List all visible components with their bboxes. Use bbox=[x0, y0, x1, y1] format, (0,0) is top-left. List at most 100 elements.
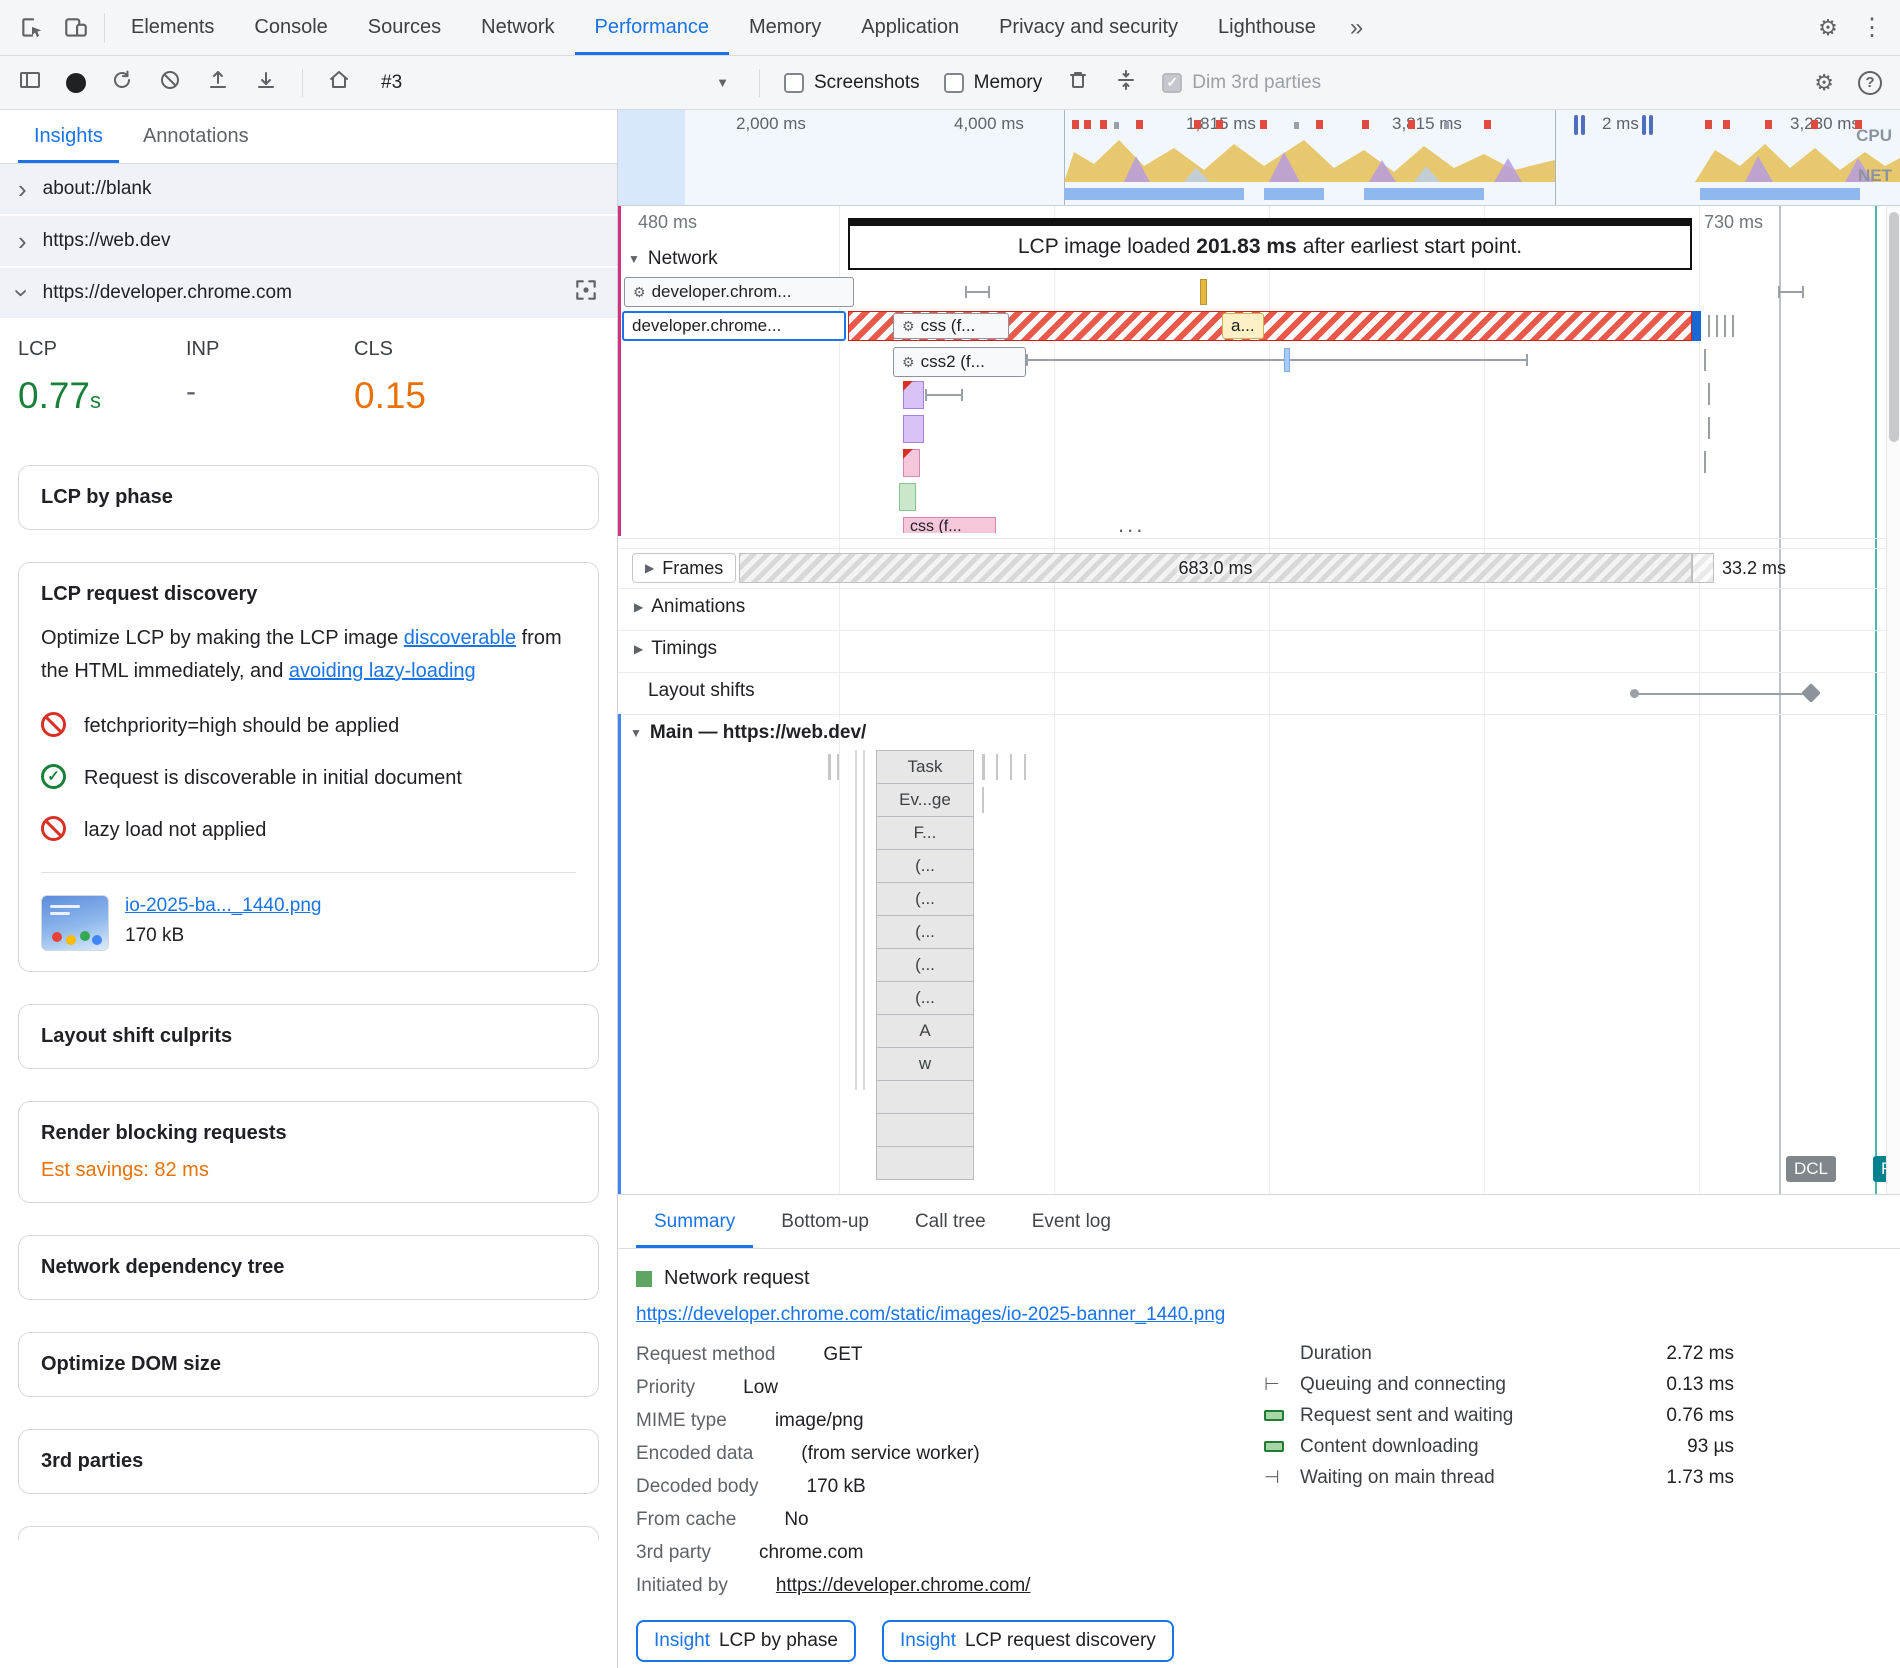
request-download-segment[interactable] bbox=[1692, 311, 1701, 341]
tab-sources[interactable]: Sources bbox=[348, 0, 461, 55]
main-task-box[interactable]: (... bbox=[876, 915, 974, 949]
discoverable-link[interactable]: discoverable bbox=[404, 627, 516, 649]
tab-application[interactable]: Application bbox=[841, 0, 979, 55]
vertical-scrollbar[interactable] bbox=[1886, 206, 1900, 1194]
main-task-box[interactable]: (... bbox=[876, 849, 974, 883]
screenshots-checkbox[interactable]: Screenshots bbox=[784, 72, 920, 94]
card-network-dependency-tree[interactable]: Network dependency tree bbox=[18, 1235, 599, 1300]
more-tabs-icon[interactable]: » bbox=[1336, 0, 1377, 55]
download-profile-icon[interactable] bbox=[254, 68, 278, 98]
card-lcp-request-discovery[interactable]: LCP request discovery Optimize LCP by ma… bbox=[18, 562, 599, 972]
tab-summary[interactable]: Summary bbox=[636, 1195, 753, 1248]
network-request-bar[interactable] bbox=[903, 449, 920, 477]
request-chunk[interactable] bbox=[1284, 348, 1290, 372]
main-task-box[interactable]: w bbox=[876, 1047, 974, 1081]
card-layout-shift-culprits[interactable]: Layout shift culprits bbox=[18, 1004, 599, 1069]
network-track-header[interactable]: ▼ Network bbox=[628, 248, 718, 270]
main-task-box[interactable]: (... bbox=[876, 882, 974, 916]
main-task-box[interactable]: (... bbox=[876, 948, 974, 982]
insight-lcp-request-discovery-button[interactable]: InsightLCP request discovery bbox=[882, 1620, 1174, 1662]
layout-shift-dot[interactable] bbox=[1630, 689, 1639, 698]
timings-track-header[interactable]: ▶ Timings bbox=[634, 638, 717, 660]
tab-performance[interactable]: Performance bbox=[575, 0, 730, 55]
reload-record-icon[interactable] bbox=[110, 68, 134, 98]
main-task-box[interactable]: Ev...ge bbox=[876, 783, 974, 817]
tab-bottom-up[interactable]: Bottom-up bbox=[763, 1195, 887, 1248]
frame-bar[interactable]: 683.0 ms bbox=[739, 553, 1692, 583]
origin-row-web-dev[interactable]: › https://web.dev bbox=[0, 216, 617, 268]
metric-cls[interactable]: CLS 0.15 bbox=[354, 338, 522, 417]
card-3rd-parties[interactable]: 3rd parties bbox=[18, 1429, 599, 1494]
timeline-overview[interactable]: 2,000 ms 4,000 ms 1,815 ms 3,815 ms 2 ms… bbox=[618, 110, 1900, 206]
flame-chart-canvas[interactable]: 480 ms 730 ms LCP image loaded201.83 msa… bbox=[618, 206, 1900, 1194]
origin-row-developer-chrome[interactable]: › https://developer.chrome.com bbox=[0, 268, 617, 320]
dcl-marker-badge[interactable]: DCL bbox=[1786, 1156, 1836, 1182]
main-task-box[interactable]: Task bbox=[876, 750, 974, 784]
network-request-bar[interactable]: css (f... bbox=[903, 517, 996, 533]
initiator-link[interactable]: https://developer.chrome.com/ bbox=[776, 1575, 1031, 1596]
device-toolbar-icon[interactable] bbox=[54, 0, 98, 55]
lcp-image-filename-link[interactable]: io-2025-ba..._1440.png bbox=[125, 895, 322, 916]
network-request-bar[interactable]: ⚙ css2 (f... bbox=[893, 347, 1026, 377]
tab-memory[interactable]: Memory bbox=[729, 0, 841, 55]
help-icon[interactable]: ? bbox=[1858, 71, 1882, 95]
layout-shift-diamond[interactable] bbox=[1801, 683, 1821, 703]
memory-checkbox[interactable]: Memory bbox=[944, 72, 1043, 94]
tab-event-log[interactable]: Event log bbox=[1014, 1195, 1129, 1248]
network-request-bar[interactable]: ⚙ css (f... bbox=[893, 313, 1009, 339]
home-icon[interactable] bbox=[327, 68, 351, 98]
tab-elements[interactable]: Elements bbox=[111, 0, 234, 55]
panel-settings-gear-icon[interactable]: ⚙ bbox=[1814, 70, 1834, 96]
layout-shifts-track-header[interactable]: Layout shifts bbox=[648, 680, 755, 702]
kebab-menu-icon[interactable]: ⋮ bbox=[1850, 0, 1894, 55]
partial-frame-bar[interactable] bbox=[1692, 553, 1714, 583]
tab-privacy-security[interactable]: Privacy and security bbox=[979, 0, 1198, 55]
card-render-blocking-requests[interactable]: Render blocking requests Est savings: 82… bbox=[18, 1101, 599, 1203]
network-request-bar[interactable] bbox=[903, 381, 924, 409]
lcp-image-thumbnail[interactable] bbox=[41, 895, 109, 951]
inspect-icon[interactable] bbox=[10, 0, 54, 55]
request-chunk[interactable] bbox=[1200, 279, 1207, 305]
clear-icon[interactable] bbox=[158, 68, 182, 98]
animations-track-header[interactable]: ▶ Animations bbox=[634, 596, 745, 618]
dock-panel-icon[interactable] bbox=[18, 68, 42, 98]
network-request-bar[interactable] bbox=[903, 415, 924, 443]
network-request-bar[interactable]: a... bbox=[1222, 313, 1264, 339]
tab-annotations[interactable]: Annotations bbox=[127, 110, 265, 163]
tab-lighthouse[interactable]: Lighthouse bbox=[1198, 0, 1336, 55]
main-task-box[interactable] bbox=[876, 1146, 974, 1180]
frames-track-header[interactable]: ▶ Frames bbox=[632, 553, 736, 583]
network-request-bar[interactable]: ⚙ developer.chrom... bbox=[624, 277, 854, 307]
main-thread-track-header[interactable]: ▼ Main — https://web.dev/ bbox=[630, 722, 866, 744]
settings-gear-icon[interactable]: ⚙ bbox=[1806, 0, 1850, 55]
metric-inp[interactable]: INP - bbox=[186, 338, 354, 417]
record-button[interactable] bbox=[66, 73, 86, 93]
track-resize-ellipsis[interactable]: ... bbox=[1118, 512, 1145, 538]
dim-3rd-parties-checkbox[interactable]: ✓ Dim 3rd parties bbox=[1162, 72, 1321, 94]
zoom-handle-left[interactable] bbox=[1574, 115, 1587, 135]
tab-network[interactable]: Network bbox=[461, 0, 574, 55]
tab-console[interactable]: Console bbox=[234, 0, 347, 55]
collapse-tracks-icon[interactable] bbox=[1114, 68, 1138, 98]
garbage-collect-icon[interactable] bbox=[1066, 68, 1090, 98]
card-lcp-by-phase[interactable]: LCP by phase bbox=[18, 465, 599, 530]
lcp-load-annotation[interactable]: LCP image loaded201.83 msafter earliest … bbox=[848, 218, 1692, 270]
scrollbar-thumb[interactable] bbox=[1889, 212, 1899, 442]
main-task-box[interactable]: (... bbox=[876, 981, 974, 1015]
recording-select[interactable]: #3 ▼ bbox=[375, 72, 735, 94]
main-task-box[interactable] bbox=[876, 1113, 974, 1147]
card-partial[interactable] bbox=[18, 1526, 599, 1540]
main-task-box[interactable] bbox=[876, 1080, 974, 1114]
tab-insights[interactable]: Insights bbox=[18, 110, 119, 163]
focus-trace-icon[interactable] bbox=[573, 277, 599, 309]
insight-lcp-by-phase-button[interactable]: InsightLCP by phase bbox=[636, 1620, 856, 1662]
main-task-box[interactable]: F... bbox=[876, 816, 974, 850]
request-url-link[interactable]: https://developer.chrome.com/static/imag… bbox=[636, 1304, 1225, 1326]
avoid-lazy-loading-link[interactable]: avoiding lazy-loading bbox=[289, 660, 476, 682]
upload-profile-icon[interactable] bbox=[206, 68, 230, 98]
tab-call-tree[interactable]: Call tree bbox=[897, 1195, 1004, 1248]
origin-row-about-blank[interactable]: › about://blank bbox=[0, 164, 617, 216]
main-task-box[interactable]: A bbox=[876, 1014, 974, 1048]
metric-lcp[interactable]: LCP 0.77s bbox=[18, 338, 186, 417]
selected-network-request-bar[interactable]: developer.chrome... bbox=[622, 311, 846, 341]
